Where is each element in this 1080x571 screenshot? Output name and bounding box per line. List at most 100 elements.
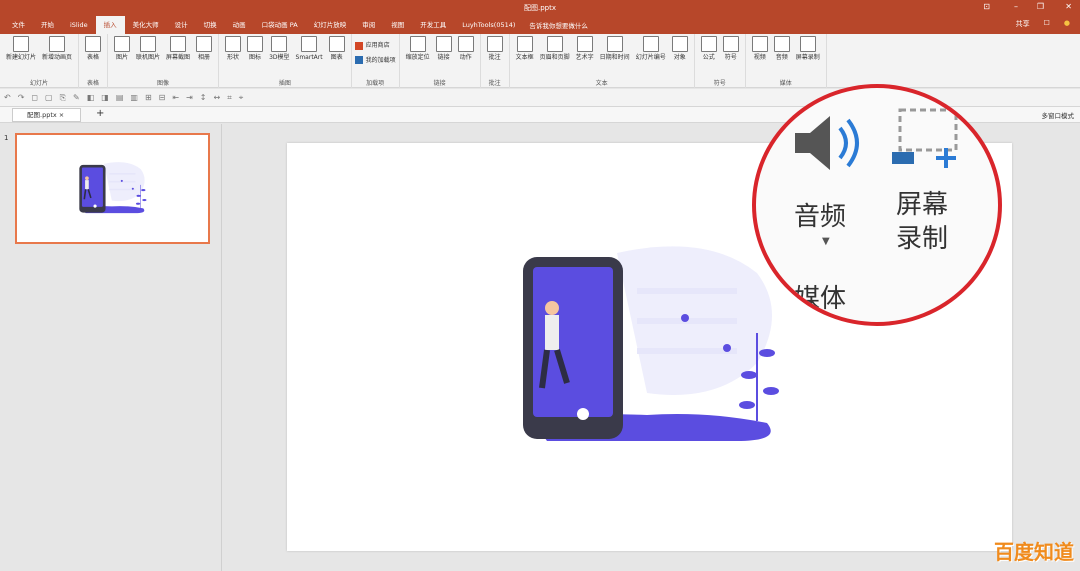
toolbar-icon[interactable]: ▢ xyxy=(45,93,53,102)
audio-label: 音频 xyxy=(794,202,847,232)
ribbon-button-label: 幻灯片编号 xyxy=(635,54,666,61)
thumbnail-illustration xyxy=(78,161,148,214)
tab-6[interactable]: 切换 xyxy=(196,16,225,34)
title-bar: 配图.pptx ⊡ – ❐ ✕ xyxy=(0,0,1080,16)
avatar[interactable]: ● xyxy=(1064,19,1070,29)
ribbon-button-icon xyxy=(546,36,563,52)
screen-record-icon xyxy=(892,108,958,168)
toolbar-icon[interactable]: ⇤ xyxy=(172,93,179,102)
toolbar-icon[interactable]: ⊞ xyxy=(145,93,152,102)
toolbar-icon[interactable]: ⇥ xyxy=(186,93,193,102)
ribbon-button-label: 符号 xyxy=(724,54,737,61)
ribbon-button-icon xyxy=(114,36,131,52)
ribbon-group-label: 文本 xyxy=(595,80,608,87)
addin-icon xyxy=(354,56,363,64)
ribbon-group-9: 视频 音频 屏幕录制 媒体 xyxy=(746,34,827,88)
slide-thumbnail[interactable] xyxy=(15,133,210,244)
media-group-label: 媒体 xyxy=(794,284,847,314)
zoom-callout: 音频 ▼ 屏幕 录制 媒体 xyxy=(752,84,1002,326)
ribbon-button-icon xyxy=(225,36,242,52)
toolbar-icon[interactable]: ⊟ xyxy=(159,93,166,102)
toolbar-icon[interactable]: ▥ xyxy=(130,93,138,102)
minimize-button[interactable]: – xyxy=(1014,2,1018,11)
tab-3[interactable]: 插入 xyxy=(95,16,125,34)
screen-record-label: 屏幕 录制 xyxy=(896,188,948,256)
tell-me-search[interactable]: 告诉我你想要做什么 xyxy=(529,20,588,30)
ribbon-button-icon xyxy=(700,36,717,52)
tab-1[interactable]: 开始 xyxy=(33,16,62,34)
ribbon-small-button[interactable]: 我的加载项 xyxy=(354,55,396,64)
tab-0[interactable]: 文件 xyxy=(4,16,33,34)
tab-4[interactable]: 美化大师 xyxy=(125,16,167,34)
ribbon-button-label: 艺术字 xyxy=(575,54,594,61)
ribbon-button-icon xyxy=(576,36,593,52)
tab-13[interactable]: LuyhTools(0514) xyxy=(454,16,523,34)
tab-12[interactable]: 开发工具 xyxy=(412,16,454,34)
toolbar-icon[interactable]: ◻ xyxy=(31,93,38,102)
add-tab-icon[interactable]: + xyxy=(96,108,104,119)
tab-8[interactable]: 口袋动画 PA xyxy=(254,16,306,34)
tab-11[interactable]: 视图 xyxy=(383,16,412,34)
ribbon-button-icon xyxy=(457,36,474,52)
ribbon-group-7: 文本框 页眉和页脚 艺术字 日期和时间 幻灯片编号 对象 文本 xyxy=(510,34,695,88)
ribbon-group-label: 媒体 xyxy=(779,80,792,87)
toolbar-icon[interactable]: ↕ xyxy=(200,93,207,102)
ribbon-small-button[interactable]: 应用商店 xyxy=(354,40,396,50)
ribbon-button-label: 动作 xyxy=(459,54,472,61)
ribbon-group-label: 符号 xyxy=(713,80,726,87)
ribbon-button-label: 屏幕截图 xyxy=(166,54,191,61)
toolbar-icon[interactable]: ↔ xyxy=(213,93,220,102)
ribbon-display-button[interactable]: ⊡ xyxy=(983,2,990,11)
ribbon-button-icon xyxy=(671,36,688,52)
ribbon-group-label: 图像 xyxy=(157,80,170,87)
tab-9[interactable]: 幻灯片放映 xyxy=(306,16,355,34)
ribbon-button-label: 音频 xyxy=(775,54,788,61)
comments-icon[interactable]: ☐ xyxy=(1044,19,1050,29)
toolbar-icon[interactable]: ↷ xyxy=(18,93,25,102)
ribbon: 新建幻灯片 新增动画页 幻灯片 表格 表格 图片 联机图片 屏幕截图 相册 图像 形状 图标 3D模型 S… xyxy=(0,34,1080,88)
store-icon xyxy=(354,41,363,50)
ribbon-group-label: 加载项 xyxy=(366,80,385,87)
ribbon-button-label: 联机图片 xyxy=(136,54,161,61)
toolbar-icon[interactable]: ⌗ xyxy=(227,93,232,103)
ribbon-button-icon xyxy=(799,36,816,52)
ribbon-button-icon xyxy=(196,36,213,52)
close-button[interactable]: ✕ xyxy=(1065,2,1072,11)
share-button[interactable]: 共享 xyxy=(1016,19,1030,29)
ribbon-button-icon xyxy=(13,36,29,52)
ribbon-group-label: 链接 xyxy=(433,80,446,87)
ribbon-button-icon xyxy=(642,36,659,52)
ribbon-group-4: 应用商店我的加载项加载项 xyxy=(352,34,400,88)
ribbon-button-label: 屏幕录制 xyxy=(795,54,820,61)
toolbar-icon[interactable]: ↶ xyxy=(4,93,11,102)
tab-10[interactable]: 审阅 xyxy=(354,16,383,34)
ribbon-group-1: 表格 表格 xyxy=(79,34,109,88)
ribbon-button-icon xyxy=(301,36,318,52)
close-icon[interactable]: × xyxy=(59,111,64,119)
ribbon-group-label: 插图 xyxy=(278,80,291,87)
ribbon-button-label: 形状 xyxy=(227,54,240,61)
slide-number: 1 xyxy=(4,134,9,142)
ribbon-group-label: 表格 xyxy=(87,80,100,87)
ribbon-button-label: SmartArt xyxy=(295,54,323,61)
tab-2[interactable]: iSlide xyxy=(62,16,96,34)
ribbon-group-8: 公式 符号 符号 xyxy=(695,34,746,88)
toolbar-icon[interactable]: ✎ xyxy=(73,93,80,102)
ribbon-button-label: 文本框 xyxy=(515,54,534,61)
toolbar-icon[interactable]: ⎘ xyxy=(60,93,66,103)
tab-5[interactable]: 设计 xyxy=(167,16,196,34)
maximize-button[interactable]: ❐ xyxy=(1037,2,1044,11)
ribbon-button-icon xyxy=(140,36,157,52)
ribbon-button-icon xyxy=(49,36,66,52)
doc-tab[interactable]: 配图.pptx × xyxy=(12,108,82,122)
ribbon-button-label: 图标 xyxy=(249,54,262,61)
toolbar-icon[interactable]: ◧ xyxy=(87,93,95,102)
ribbon-button-label: 相册 xyxy=(198,54,211,61)
ribbon-button-icon xyxy=(271,36,288,52)
toolbar-icon[interactable]: ▤ xyxy=(116,93,124,102)
multi-window-button[interactable]: 多窗口模式 xyxy=(1042,110,1075,120)
toolbar-icon[interactable]: ◨ xyxy=(101,93,109,102)
tab-7[interactable]: 动画 xyxy=(225,16,254,34)
ribbon-button-label: 表格 xyxy=(87,54,100,61)
toolbar-icon[interactable]: ⌖ xyxy=(239,93,244,103)
